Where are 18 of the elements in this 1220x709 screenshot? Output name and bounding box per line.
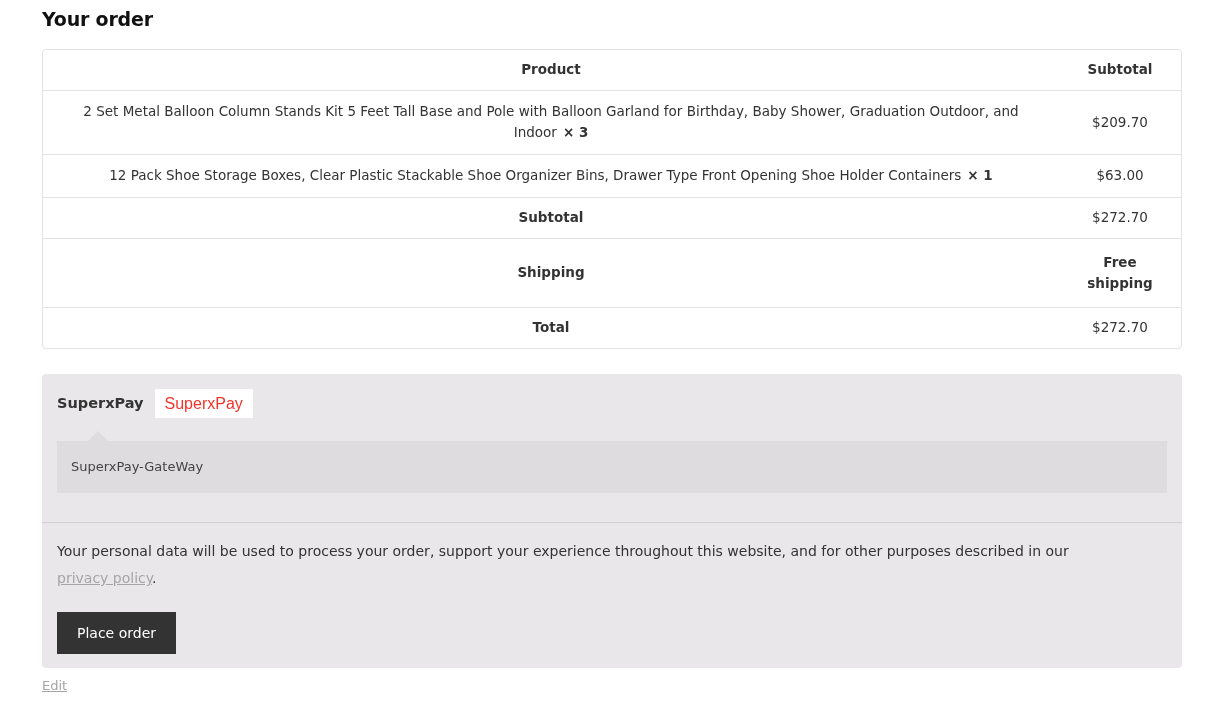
payment-description: SuperxPay-GateWay xyxy=(57,441,1167,493)
payment-logo: SuperxPay xyxy=(154,389,253,418)
payment-method-label[interactable]: SuperxPay xyxy=(57,392,144,415)
table-cell: $272.70 xyxy=(1059,307,1181,348)
table-cell: Free shipping xyxy=(1059,238,1181,308)
table-cell: $63.00 xyxy=(1059,154,1181,198)
row-label: Shipping xyxy=(43,238,1059,308)
row-label: Total xyxy=(43,307,1059,348)
column-header: Product xyxy=(43,50,1059,91)
table-cell: $209.70 xyxy=(1059,90,1181,155)
table-cell: 12 Pack Shoe Storage Boxes, Clear Plastic Stackable Shoe Organizer Bins, Drawer Type Front Opening Shoe Holder Containers × 1 xyxy=(43,154,1059,198)
table-cell: 2 Set Metal Balloon Column Stands Kit 5 Feet Tall Base and Pole with Balloon Garland for Birthday, Baby Shower, Graduation Outdoor, and Indoor × 3 xyxy=(43,90,1059,155)
page-heading: Your order xyxy=(42,7,154,31)
place-order-button[interactable]: Place order xyxy=(57,612,176,654)
column-header: Subtotal xyxy=(1059,50,1181,91)
row-label: Subtotal xyxy=(43,197,1059,239)
table-cell: $272.70 xyxy=(1059,197,1181,239)
privacy-notice: Your personal data will be used to process your order, support your experience throughout this website, and for other purposes described in our privacy policy. xyxy=(57,542,1070,588)
